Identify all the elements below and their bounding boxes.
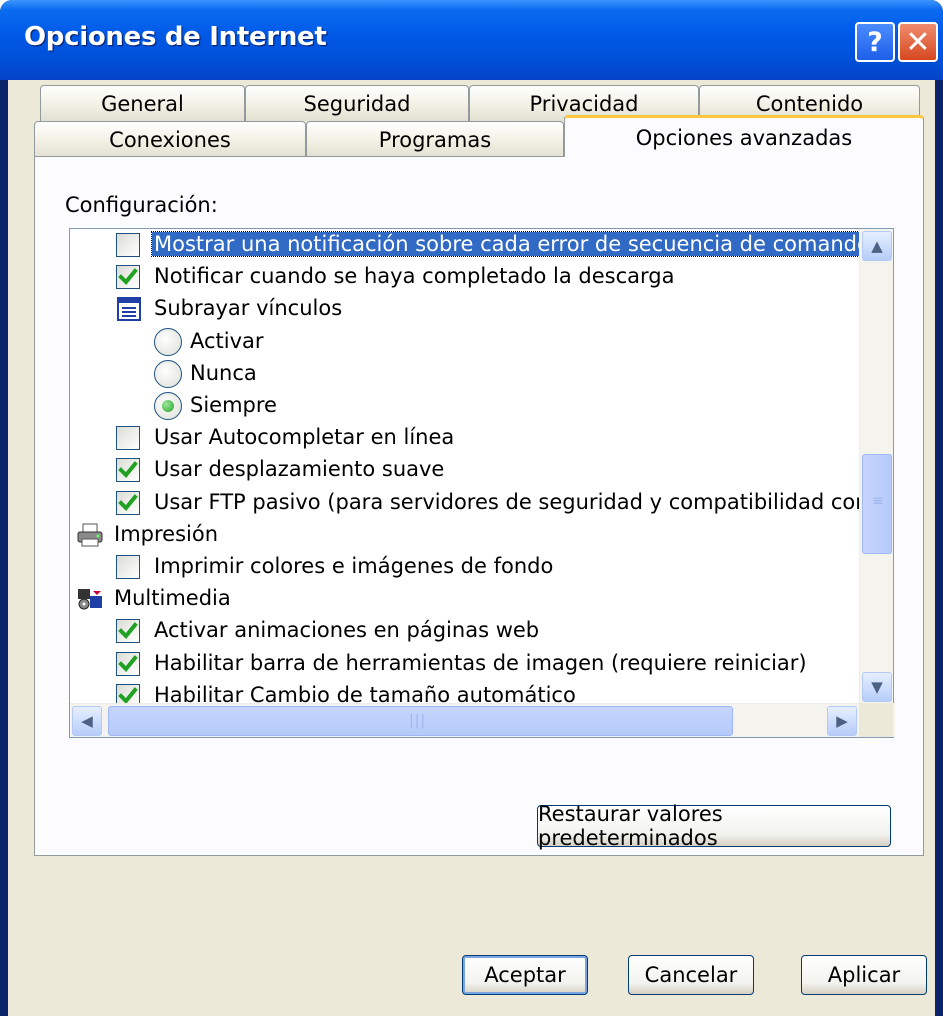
- checkbox-option-row[interactable]: Habilitar barra de herramientas de image…: [70, 648, 860, 680]
- tab-programas[interactable]: Programas: [306, 121, 564, 157]
- settings-group-row[interactable]: Subrayar vínculos: [70, 293, 860, 325]
- radio-unselected[interactable]: [154, 359, 182, 388]
- option-label: Activar: [190, 328, 264, 353]
- checkmark-icon: [118, 493, 138, 511]
- restore-defaults-label: Restaurar valores predeterminados: [538, 802, 723, 850]
- tab-seguridad[interactable]: Seguridad: [245, 85, 469, 121]
- vertical-scroll-thumb[interactable]: ≡: [862, 454, 892, 554]
- settings-group-row: Multimedia: [70, 583, 860, 615]
- ok-label: Aceptar: [484, 963, 566, 987]
- checkbox-option-row[interactable]: Activar animaciones en páginas web: [70, 615, 860, 647]
- help-icon: ?: [867, 26, 883, 58]
- checkbox-option-row[interactable]: Mostrar una notificación sobre cada erro…: [70, 229, 860, 261]
- scroll-down-button[interactable]: ▼: [862, 672, 892, 702]
- settings-label: Configuración:: [65, 193, 218, 217]
- radio-option-row[interactable]: Activar: [70, 326, 860, 358]
- checkbox-checked[interactable]: [116, 265, 140, 290]
- tab-general[interactable]: General: [40, 85, 245, 121]
- radio-option-row[interactable]: Siempre: [70, 390, 860, 422]
- checkbox-option-row[interactable]: Usar Autocompletar en línea: [70, 422, 860, 454]
- checkbox-checked[interactable]: [116, 651, 140, 676]
- checkmark-icon: [118, 686, 138, 704]
- checkbox-checked[interactable]: [116, 490, 140, 515]
- checkmark-icon: [118, 622, 138, 640]
- cancel-label: Cancelar: [644, 963, 738, 987]
- list-icon: [116, 296, 144, 322]
- tab-opciones-avanzadas[interactable]: Opciones avanzadas: [564, 115, 924, 157]
- option-label: Usar FTP pasivo (para servidores de segu…: [154, 489, 860, 514]
- chevron-up-icon: ▲: [871, 237, 883, 255]
- option-label: Imprimir colores e imágenes de fondo: [154, 554, 554, 578]
- radio-option-row[interactable]: Nunca: [70, 358, 860, 390]
- horizontal-scroll-thumb[interactable]: |||: [108, 706, 733, 736]
- option-label: Habilitar barra de herramientas de image…: [154, 650, 807, 675]
- apply-button[interactable]: Aplicar: [801, 955, 927, 995]
- settings-group-row: Impresión: [70, 519, 860, 551]
- grip-icon: ≡: [872, 493, 885, 509]
- chevron-down-icon: ▼: [871, 678, 883, 696]
- settings-rows: Mostrar una notificación sobre cada erro…: [70, 229, 860, 704]
- restore-defaults-button[interactable]: Restaurar valores predeterminados: [537, 802, 891, 850]
- vertical-scrollbar[interactable]: ▲ ≡ ▼: [859, 229, 893, 704]
- checkbox-option-row[interactable]: Usar desplazamiento suave: [70, 454, 860, 486]
- close-icon: ✕: [905, 24, 931, 60]
- chevron-left-icon: ◀: [81, 712, 93, 730]
- checkmark-icon: [118, 461, 138, 479]
- checkbox-option-row[interactable]: Habilitar Cambio de tamaño automático: [70, 680, 860, 704]
- checkbox-checked[interactable]: [116, 458, 140, 483]
- cancel-button[interactable]: Cancelar: [628, 955, 754, 995]
- scroll-corner: [859, 703, 893, 737]
- advanced-options-panel: Configuración: Mostrar una notificación …: [34, 156, 924, 856]
- checkbox-unchecked[interactable]: [116, 426, 140, 451]
- option-label: Multimedia: [114, 586, 231, 611]
- apply-label: Aplicar: [827, 963, 901, 987]
- scroll-up-button[interactable]: ▲: [862, 231, 892, 261]
- option-label: Impresión: [114, 521, 219, 546]
- option-label: Mostrar una notificación sobre cada erro…: [151, 231, 860, 257]
- scroll-right-button[interactable]: ▶: [827, 706, 857, 736]
- close-button[interactable]: ✕: [898, 22, 938, 62]
- checkmark-icon: [118, 654, 138, 672]
- dialog-client-area: General Seguridad Privacidad Contenido C…: [8, 80, 935, 1016]
- checkbox-checked[interactable]: [116, 619, 140, 644]
- title-bar[interactable]: Opciones de Internet ? ✕: [0, 0, 943, 80]
- multimedia-icon: [76, 586, 104, 612]
- option-label: Activar animaciones en páginas web: [154, 618, 540, 643]
- grip-icon: |||: [409, 713, 427, 729]
- checkbox-checked[interactable]: [116, 683, 140, 704]
- internet-options-window: Opciones de Internet ? ✕ General Segurid…: [0, 0, 943, 1016]
- checkbox-option-row[interactable]: Notificar cuando se haya completado la d…: [70, 261, 860, 293]
- horizontal-scrollbar[interactable]: ◀ ||| ▶: [70, 703, 895, 737]
- printer-icon: [76, 522, 104, 548]
- chevron-right-icon: ▶: [836, 712, 848, 730]
- radio-selected[interactable]: [154, 392, 182, 420]
- window-title: Opciones de Internet: [24, 22, 327, 52]
- option-label: Notificar cuando se haya completado la d…: [154, 264, 675, 289]
- radio-unselected[interactable]: [154, 327, 182, 356]
- tab-conexiones[interactable]: Conexiones: [34, 121, 306, 157]
- radio-dot-icon: [162, 400, 174, 412]
- option-label: Usar Autocompletar en línea: [154, 425, 455, 450]
- checkbox-unchecked[interactable]: [116, 233, 140, 257]
- checkbox-unchecked[interactable]: [116, 555, 140, 579]
- checkbox-option-row[interactable]: Imprimir colores e imágenes de fondo: [70, 551, 860, 583]
- option-label: Nunca: [190, 360, 257, 385]
- ok-button[interactable]: Aceptar: [462, 955, 588, 995]
- checkmark-icon: [118, 268, 138, 286]
- checkbox-option-row[interactable]: Usar FTP pasivo (para servidores de segu…: [70, 487, 860, 519]
- scroll-left-button[interactable]: ◀: [72, 706, 102, 736]
- option-label: Usar desplazamiento suave: [154, 457, 445, 482]
- help-button[interactable]: ?: [855, 22, 895, 62]
- settings-tree-list[interactable]: Mostrar una notificación sobre cada erro…: [69, 228, 895, 738]
- option-label: Habilitar Cambio de tamaño automático: [154, 682, 576, 704]
- option-label: Siempre: [190, 393, 277, 417]
- option-label: Subrayar vínculos: [154, 296, 343, 321]
